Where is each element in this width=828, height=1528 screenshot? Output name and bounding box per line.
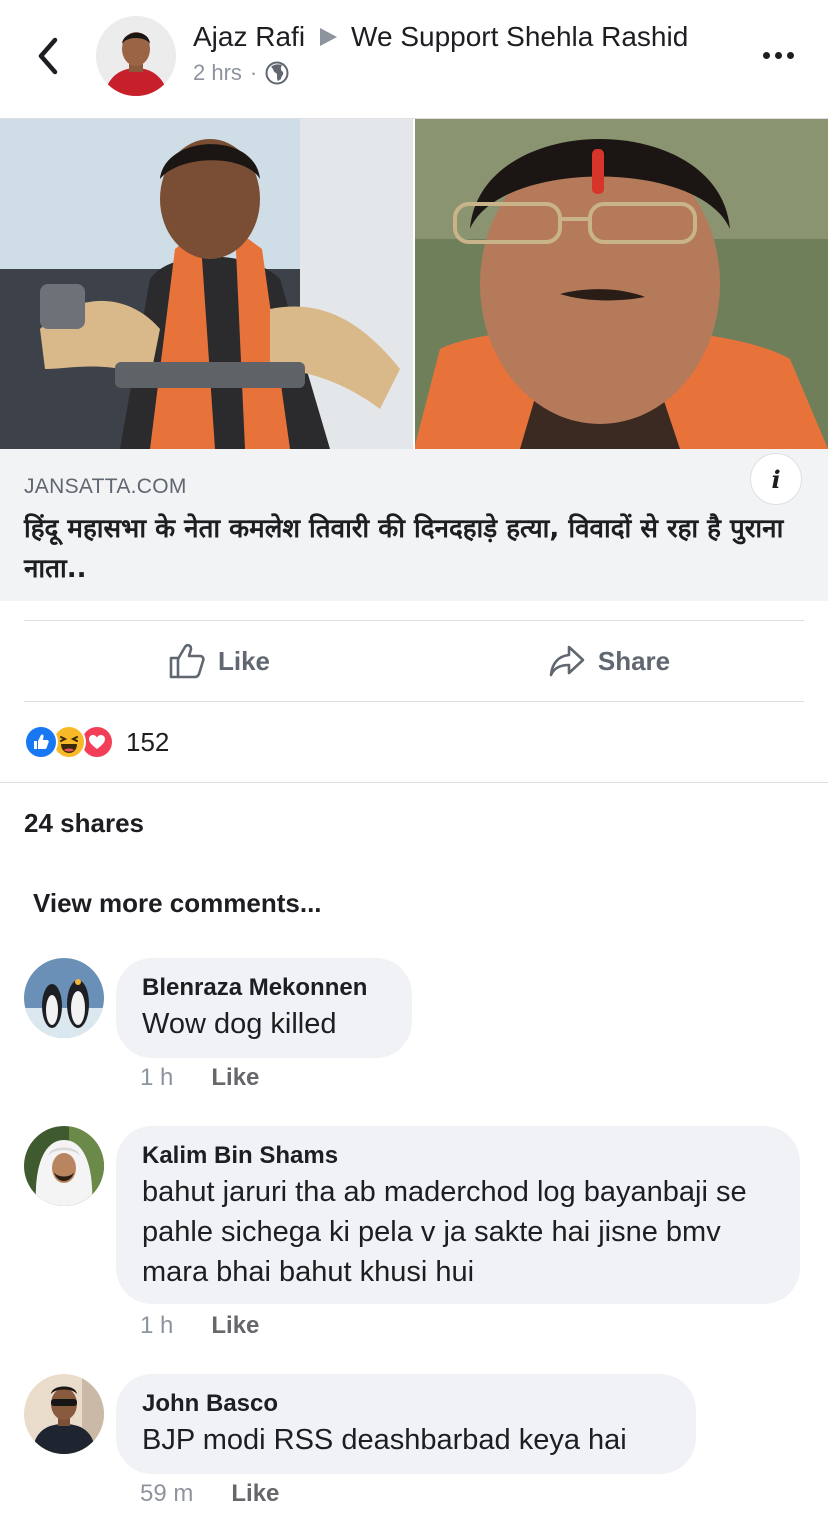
- comment-time[interactable]: 1 h: [140, 1064, 173, 1092]
- like-button[interactable]: Like: [24, 621, 414, 701]
- dot-icon: [774, 51, 782, 59]
- comment-meta: 1 h Like: [140, 1312, 259, 1340]
- comment-time[interactable]: 1 h: [140, 1312, 173, 1340]
- meta-separator: ·: [249, 60, 258, 85]
- commenter-avatar[interactable]: [24, 958, 104, 1038]
- comment-like-button[interactable]: Like: [211, 1312, 259, 1340]
- dot-icon: [786, 51, 794, 59]
- info-icon: i: [771, 464, 781, 494]
- commenter-name[interactable]: Blenraza Mekonnen: [142, 972, 386, 1004]
- action-bar: Like Share: [24, 620, 804, 702]
- comment-time[interactable]: 59 m: [140, 1480, 193, 1508]
- comment-text: Wow dog killed: [142, 1008, 337, 1040]
- post-time[interactable]: 2 hrs: [193, 60, 242, 86]
- comment-bubble: John Basco BJP modi RSS deashbarbad keya…: [116, 1374, 696, 1474]
- commenter-name[interactable]: Kalim Bin Shams: [142, 1140, 774, 1172]
- link-preview-card[interactable]: JANSATTA.COM हिंदू महासभा के नेता कमलेश …: [0, 118, 828, 601]
- share-button[interactable]: Share: [414, 621, 804, 701]
- info-button[interactable]: i: [750, 453, 802, 505]
- commenter-avatar[interactable]: [24, 1126, 104, 1206]
- reactions-summary[interactable]: 152: [24, 722, 169, 762]
- dot-icon: [762, 51, 770, 59]
- post-header: Ajaz Rafi We Support Shehla Rashid 2 hrs…: [0, 0, 828, 118]
- thumbs-up-icon: [169, 643, 205, 679]
- view-more-comments-link[interactable]: View more comments...: [33, 888, 322, 919]
- back-button[interactable]: [28, 34, 68, 78]
- more-options-button[interactable]: [758, 40, 798, 70]
- comment-meta: 1 h Like: [140, 1064, 259, 1092]
- comment-like-button[interactable]: Like: [211, 1064, 259, 1092]
- author-name[interactable]: Ajaz Rafi: [193, 21, 305, 53]
- shares-count[interactable]: 24 shares: [24, 808, 144, 839]
- comment-bubble: Blenraza Mekonnen Wow dog killed: [116, 958, 412, 1058]
- globe-icon: [265, 61, 289, 85]
- comment-meta: 59 m Like: [140, 1480, 279, 1508]
- reaction-count: 152: [126, 726, 170, 757]
- like-reaction-icon: [24, 725, 58, 759]
- group-name[interactable]: We Support Shehla Rashid: [351, 21, 688, 53]
- section-divider: [0, 782, 828, 783]
- like-label: Like: [217, 645, 271, 676]
- link-preview-image: [0, 119, 828, 449]
- link-domain: JANSATTA.COM: [24, 475, 187, 498]
- post-meta: 2 hrs ·: [193, 60, 289, 86]
- link-preview-info: JANSATTA.COM हिंदू महासभा के नेता कमलेश …: [0, 449, 828, 601]
- comment-bubble: Kalim Bin Shams bahut jaruri tha ab made…: [116, 1126, 800, 1304]
- author-avatar[interactable]: [96, 16, 176, 96]
- play-arrow-icon: [320, 28, 338, 46]
- commenter-name[interactable]: John Basco: [142, 1388, 670, 1420]
- commenter-avatar[interactable]: [24, 1374, 104, 1454]
- link-title[interactable]: हिंदू महासभा के नेता कमलेश तिवारी की दिन…: [24, 509, 784, 589]
- comment-text: bahut jaruri tha ab maderchod log bayanb…: [142, 1176, 747, 1288]
- share-label: Share: [597, 645, 671, 676]
- share-arrow-icon: [549, 645, 585, 677]
- comment-text: BJP modi RSS deashbarbad keya hai: [142, 1424, 627, 1456]
- chevron-left-icon: [38, 37, 58, 75]
- author-line: Ajaz Rafi We Support Shehla Rashid: [193, 21, 688, 53]
- comment-like-button[interactable]: Like: [231, 1480, 279, 1508]
